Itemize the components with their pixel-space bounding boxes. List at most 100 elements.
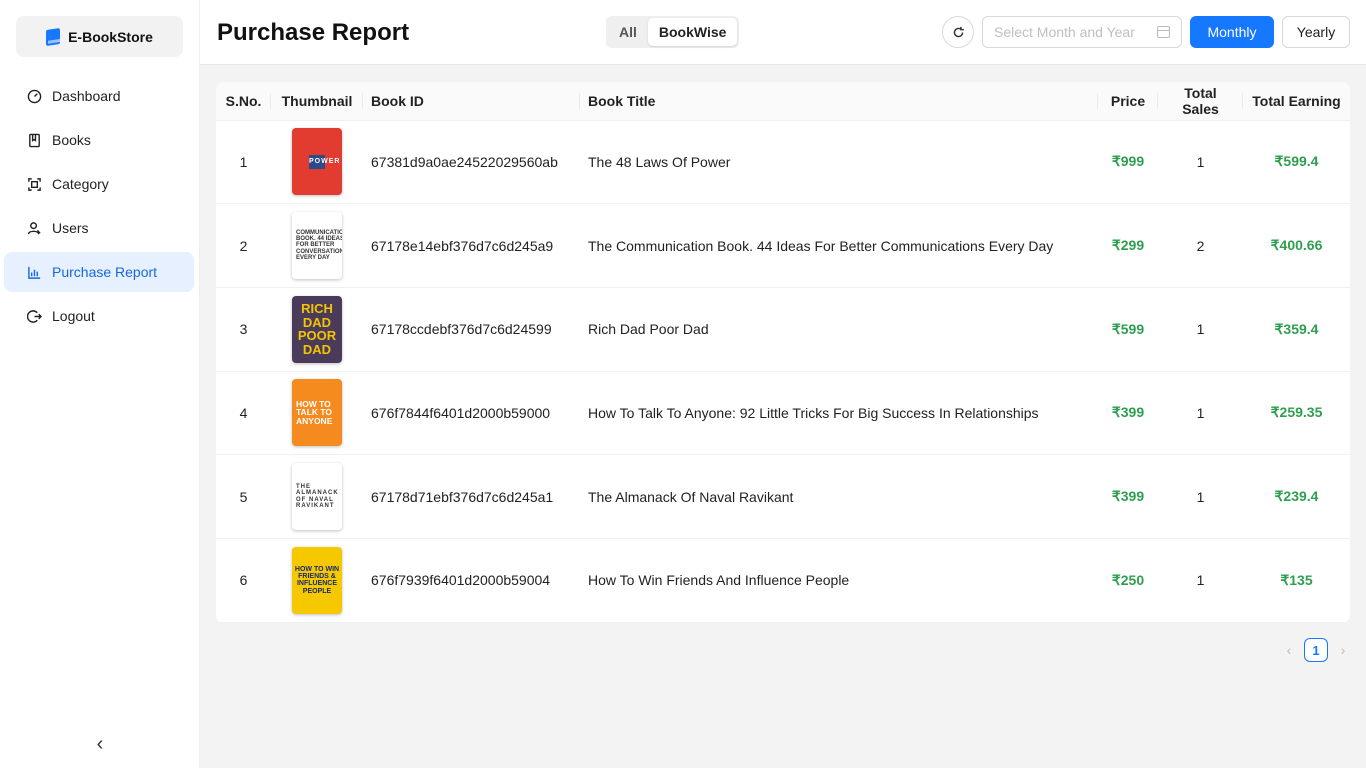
column-header-sno: S.No. [216, 82, 271, 121]
column-header-price: Price [1098, 82, 1158, 121]
table-row[interactable]: 3 RICH DAD POOR DAD 67178ccdebf376d7c6d2… [216, 287, 1350, 372]
thumbnail-cell: RICH DAD POOR DAD [271, 287, 363, 372]
sno-cell: 1 [216, 120, 271, 205]
page-header: Purchase Report All BookWise Monthly Yea… [200, 0, 1366, 65]
book-title-cell: The 48 Laws Of Power [580, 120, 1098, 205]
total-earning-cell: ₹135 [1243, 538, 1350, 623]
table-row[interactable]: 2 COMMUNICATION BOOK. 44 IDEAS FOR BETTE… [216, 203, 1350, 288]
book-title-cell: How To Win Friends And Influence People [580, 538, 1098, 623]
yearly-button[interactable]: Yearly [1282, 16, 1350, 48]
cover-text: COMMUNICATION BOOK. 44 IDEAS FOR BETTER … [296, 229, 342, 261]
users-icon [26, 220, 42, 236]
cover-text: THE ALMANACK OF NAVAL RAVIKANT [296, 484, 339, 509]
sidebar-item-category[interactable]: Category [4, 164, 194, 204]
column-header-book-title: Book Title [580, 82, 1098, 121]
sidebar-item-users[interactable]: Users [4, 208, 194, 248]
next-page-icon[interactable]: › [1334, 638, 1352, 662]
price-cell: ₹999 [1098, 120, 1158, 205]
sidebar-item-logout[interactable]: Logout [4, 296, 194, 336]
sno-cell: 5 [216, 454, 271, 539]
thumbnail-cell: COMMUNICATION BOOK. 44 IDEAS FOR BETTER … [271, 203, 363, 288]
book-cover-image[interactable]: THE ALMANACK OF NAVAL RAVIKANT [292, 463, 342, 531]
chart-icon [26, 264, 42, 280]
book-title-cell: The Almanack Of Naval Ravikant [580, 454, 1098, 539]
total-sales-cell: 1 [1158, 371, 1243, 456]
book-icon [26, 132, 42, 148]
sidebar: E-BookStore Dashboard Books Category Use… [0, 0, 200, 768]
total-sales-cell: 1 [1158, 120, 1243, 205]
logout-icon [26, 308, 42, 324]
thumbnail-cell: HOW TO WIN FRIENDS & INFLUENCE PEOPLE [271, 538, 363, 623]
dashboard-icon [26, 88, 42, 104]
book-id-cell: 67178ccdebf376d7c6d24599 [363, 287, 580, 372]
cover-text: HOW TO WIN FRIENDS & INFLUENCE PEOPLE [294, 565, 340, 595]
book-id-cell: 67178d71ebf376d7c6d245a1 [363, 454, 580, 539]
monthly-button[interactable]: Monthly [1190, 16, 1274, 48]
price-cell: ₹250 [1098, 538, 1158, 623]
book-title-cell: Rich Dad Poor Dad [580, 287, 1098, 372]
total-earning-cell: ₹400.66 [1243, 203, 1350, 288]
month-year-input[interactable] [994, 24, 1154, 40]
table-row[interactable]: 5 THE ALMANACK OF NAVAL RAVIKANT 67178d7… [216, 454, 1350, 539]
book-id-cell: 67381d9a0ae24522029560ab [363, 120, 580, 205]
thumbnail-cell: HOW TO TALK TO ANYONE [271, 371, 363, 456]
sidebar-item-label: Users [52, 220, 89, 236]
book-cover-image[interactable]: COMMUNICATION BOOK. 44 IDEAS FOR BETTER … [292, 212, 342, 280]
sidebar-item-dashboard[interactable]: Dashboard [4, 76, 194, 116]
table-row[interactable]: 6 HOW TO WIN FRIENDS & INFLUENCE PEOPLE … [216, 538, 1350, 623]
total-earning-cell: ₹239.4 [1243, 454, 1350, 539]
page-title: Purchase Report [217, 19, 410, 46]
column-header-total-sales: Total Sales [1158, 82, 1243, 121]
column-header-total-earning: Total Earning [1243, 82, 1350, 121]
sidebar-item-books[interactable]: Books [4, 120, 194, 160]
column-header-book-id: Book ID [363, 82, 580, 121]
prev-page-icon[interactable]: ‹ [1280, 638, 1298, 662]
collapse-sidebar-icon[interactable]: ‹ [90, 733, 110, 755]
price-cell: ₹299 [1098, 203, 1158, 288]
column-header-thumbnail: Thumbnail [271, 82, 363, 121]
purchase-table: S.No. Thumbnail Book ID Book Title Price… [216, 82, 1350, 623]
thumbnail-cell: THE ALMANACK OF NAVAL RAVIKANT [271, 454, 363, 539]
app-logo[interactable]: E-BookStore [16, 16, 183, 57]
sidebar-nav: Dashboard Books Category Users Purchase … [4, 76, 194, 340]
calendar-icon [1157, 26, 1170, 38]
pagination: ‹ 1 › [1280, 638, 1352, 662]
total-sales-cell: 2 [1158, 203, 1243, 288]
book-id-cell: 676f7939f6401d2000b59004 [363, 538, 580, 623]
total-sales-cell: 1 [1158, 287, 1243, 372]
sidebar-item-purchase-report[interactable]: Purchase Report [4, 252, 194, 292]
sidebar-item-label: Logout [52, 308, 95, 324]
total-earning-cell: ₹259.35 [1243, 371, 1350, 456]
book-logo-icon [46, 27, 61, 46]
book-cover-image[interactable]: POWER [292, 128, 342, 196]
book-title-cell: The Communication Book. 44 Ideas For Bet… [580, 203, 1098, 288]
price-cell: ₹599 [1098, 287, 1158, 372]
table-header-row: S.No. Thumbnail Book ID Book Title Price… [216, 82, 1350, 121]
sno-cell: 4 [216, 371, 271, 456]
book-cover-image[interactable]: RICH DAD POOR DAD [292, 295, 342, 363]
cover-text: HOW TO TALK TO ANYONE [296, 398, 333, 427]
cover-text: RICH DAD POOR DAD [297, 300, 337, 357]
sidebar-item-label: Purchase Report [52, 264, 158, 280]
refresh-button[interactable] [942, 16, 974, 48]
segment-all[interactable]: All [608, 18, 648, 46]
total-earning-cell: ₹359.4 [1243, 287, 1350, 372]
table-row[interactable]: 4 HOW TO TALK TO ANYONE 676f7844f6401d20… [216, 371, 1350, 456]
total-sales-cell: 1 [1158, 538, 1243, 623]
view-segmented-control: All BookWise [606, 16, 740, 48]
sno-cell: 3 [216, 287, 271, 372]
sidebar-item-label: Books [52, 132, 91, 148]
table-row[interactable]: 1 POWER 67381d9a0ae24522029560ab The 48 … [216, 120, 1350, 205]
app-name: E-BookStore [68, 28, 153, 45]
book-cover-image[interactable]: HOW TO WIN FRIENDS & INFLUENCE PEOPLE [292, 546, 342, 614]
page-number-button[interactable]: 1 [1304, 638, 1328, 662]
book-cover-image[interactable]: HOW TO TALK TO ANYONE [292, 379, 342, 447]
total-sales-cell: 1 [1158, 454, 1243, 539]
month-year-picker[interactable] [982, 16, 1182, 48]
segment-bookwise[interactable]: BookWise [647, 18, 738, 46]
sidebar-item-label: Category [52, 176, 109, 192]
refresh-icon [953, 26, 964, 37]
cover-text: POWER [309, 155, 339, 169]
price-cell: ₹399 [1098, 371, 1158, 456]
price-cell: ₹399 [1098, 454, 1158, 539]
